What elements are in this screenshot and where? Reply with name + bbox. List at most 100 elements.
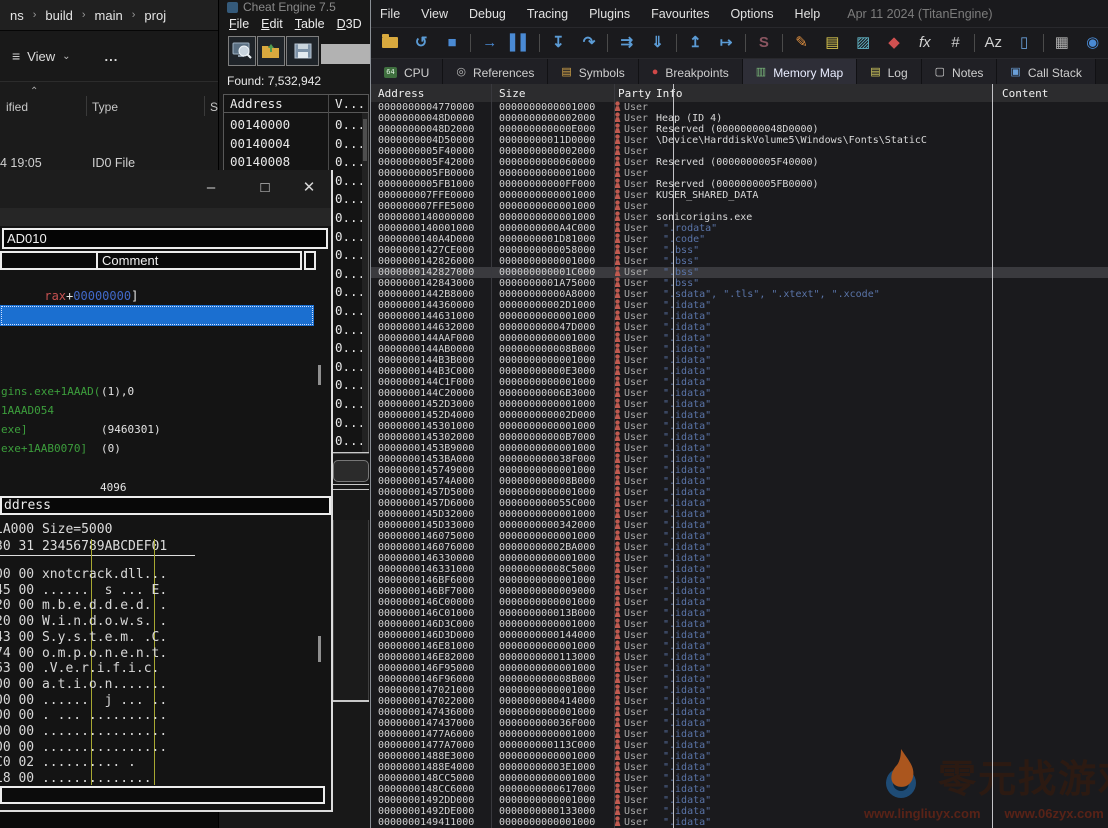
menu-help[interactable]: Help bbox=[795, 7, 821, 21]
table-row[interactable]: 00000001453B90000000000000001000User".id… bbox=[371, 443, 1108, 454]
menu-file[interactable]: File bbox=[229, 17, 249, 31]
hex-row[interactable]: 74 00 o.m.p.o.n.e.n.t. bbox=[0, 646, 167, 661]
menu-file[interactable]: File bbox=[380, 7, 400, 21]
save-table-icon[interactable] bbox=[286, 36, 319, 66]
hex-row[interactable]: 43 00 S.y.s.t.e.m. .C. bbox=[0, 630, 167, 645]
scrollbar-thumb[interactable] bbox=[318, 365, 321, 385]
tab-memory-map[interactable]: ▥Memory Map bbox=[743, 59, 857, 86]
table-row[interactable]: 0000000146F950000000000000001000User".id… bbox=[371, 663, 1108, 674]
tab-log[interactable]: ▤Log bbox=[857, 59, 921, 86]
table-row[interactable]: 00000001428430000000000001A75000User".bs… bbox=[371, 278, 1108, 289]
pause-icon[interactable]: ▌▌ bbox=[505, 30, 536, 56]
functions-icon[interactable]: fx bbox=[909, 30, 940, 56]
table-row[interactable]: 0000000146D3C0000000000000001000User".id… bbox=[371, 619, 1108, 630]
table-row[interactable]: 0000000144AAF0000000000000001000User".id… bbox=[371, 333, 1108, 344]
table-row[interactable]: 00000001457D50000000000000001000User".id… bbox=[371, 487, 1108, 498]
run-to-user-code-icon[interactable]: ⇉ bbox=[611, 30, 642, 56]
more-options-button[interactable]: ... bbox=[105, 49, 119, 64]
table-row[interactable]: 0000000004D5000000000000011D0000User\Dev… bbox=[371, 135, 1108, 146]
column-modified[interactable]: ified bbox=[6, 100, 28, 114]
table-row[interactable]: 00000001477A60000000000000001000User".id… bbox=[371, 729, 1108, 740]
hex-row[interactable]: 00 00 a.t.i.o.n....... bbox=[0, 677, 167, 692]
hex-row[interactable]: 00 00 xnotcrack.dll... bbox=[0, 567, 167, 582]
scrollbar[interactable] bbox=[362, 113, 368, 453]
table-row[interactable]: 00000001452D4000000000000002D000User".id… bbox=[371, 410, 1108, 421]
view-button[interactable]: ≡ View ⌄ bbox=[12, 48, 71, 64]
table-row[interactable]: 0000000146F96000000000000008B000User".id… bbox=[371, 674, 1108, 685]
breadcrumb-item-proj[interactable]: proj bbox=[144, 8, 166, 23]
table-row[interactable]: 00000001470220000000000000414000User".id… bbox=[371, 696, 1108, 707]
scrollbar-thumb[interactable] bbox=[363, 119, 367, 161]
small-button[interactable] bbox=[333, 460, 369, 482]
tab-notes[interactable]: ▢Notes bbox=[922, 59, 998, 86]
table-row[interactable]: 00000001427CE0000000000000058000User".bs… bbox=[371, 245, 1108, 256]
run-to-return-icon[interactable]: ↥ bbox=[680, 30, 711, 56]
column-info[interactable]: Info bbox=[656, 87, 683, 100]
breadcrumb-item-build[interactable]: build bbox=[45, 8, 72, 23]
scrollbar-thumb[interactable] bbox=[318, 636, 321, 662]
table-row[interactable]: 0000000147437000000000000036F000User".id… bbox=[371, 718, 1108, 729]
calculator-icon[interactable]: ▦ bbox=[1046, 30, 1077, 56]
menu-favourites[interactable]: Favourites bbox=[651, 7, 709, 21]
table-row[interactable]: 0000000146BF70000000000000009000User".id… bbox=[371, 586, 1108, 597]
stop-icon[interactable]: ■ bbox=[437, 30, 468, 56]
table-row[interactable]: 0000000144B3C00000000000000E3000User".id… bbox=[371, 366, 1108, 377]
hex-address-header[interactable]: ddress bbox=[0, 496, 331, 515]
column-value[interactable]: V... bbox=[335, 96, 365, 111]
table-row[interactable]: 000000014633100000000000008C5000User".id… bbox=[371, 564, 1108, 575]
table-row[interactable]: 0000000145D330000000000000342000User".id… bbox=[371, 520, 1108, 531]
table-row[interactable]: 00000000047700000000000000001000User bbox=[371, 102, 1108, 113]
maximize-button[interactable]: □ bbox=[250, 176, 280, 200]
selected-row-highlight[interactable] bbox=[0, 305, 314, 326]
table-row[interactable]: 0000000005F420000000000000060000UserRese… bbox=[371, 157, 1108, 168]
hex-row[interactable]: 45 00 ...... s ... E. bbox=[0, 583, 167, 598]
run-icon[interactable]: → bbox=[474, 30, 505, 56]
hex-row[interactable]: 00 00 ...... j ... .. bbox=[0, 693, 167, 708]
table-row[interactable]: 0000000146D3D0000000000000144000User".id… bbox=[371, 630, 1108, 641]
table-row[interactable]: 00000001446310000000000000001000User".id… bbox=[371, 311, 1108, 322]
table-row[interactable]: 000000007FFE50000000000000001000User bbox=[371, 201, 1108, 212]
menu-edit[interactable]: Edit bbox=[261, 17, 283, 31]
table-row[interactable]: 0000000146BF60000000000000001000User".id… bbox=[371, 575, 1108, 586]
table-row[interactable]: 000000014436000000000000002D1000User".id… bbox=[371, 300, 1108, 311]
table-row[interactable]: 0000000144C2000000000000006B3000User".id… bbox=[371, 388, 1108, 399]
column-address[interactable]: Address bbox=[378, 87, 424, 100]
table-row[interactable]: 00000001400000000000000000001000Usersoni… bbox=[371, 212, 1108, 223]
breadcrumb-item-main[interactable]: main bbox=[95, 8, 123, 23]
menu-debug[interactable]: Debug bbox=[469, 7, 506, 21]
tab-breakpoints[interactable]: ●Breakpoints bbox=[639, 59, 743, 86]
hex-row[interactable]: C0 02 .......... . bbox=[0, 755, 136, 770]
table-row[interactable]: 00000001457490000000000000001000User".id… bbox=[371, 465, 1108, 476]
table-row[interactable]: 0000000146E820000000000000113000User".id… bbox=[371, 652, 1108, 663]
memory-scan-icon[interactable] bbox=[228, 36, 256, 66]
step-into-icon[interactable]: ↧ bbox=[543, 30, 574, 56]
table-row[interactable]: 00000001463300000000000000001000User".id… bbox=[371, 553, 1108, 564]
menu-options[interactable]: Options bbox=[730, 7, 773, 21]
table-row[interactable]: 000000014530200000000000000B7000User".id… bbox=[371, 432, 1108, 443]
table-row[interactable]: 0000000146C000000000000000001000User".id… bbox=[371, 597, 1108, 608]
table-row[interactable]: 0000000144AB0000000000000008B000User".id… bbox=[371, 344, 1108, 355]
table-row[interactable]: 0000000005FB00000000000000001000User bbox=[371, 168, 1108, 179]
table-row[interactable]: 0000000146E810000000000000001000User".id… bbox=[371, 641, 1108, 652]
table-row[interactable]: 0000000005F400000000000000002000User bbox=[371, 146, 1108, 157]
execute-till-return-icon[interactable]: ↦ bbox=[711, 30, 742, 56]
menu-tracing[interactable]: Tracing bbox=[527, 7, 568, 21]
table-row[interactable]: 00000001452D30000000000000001000User".id… bbox=[371, 399, 1108, 410]
tab-symbols[interactable]: ▤Symbols bbox=[548, 59, 638, 86]
bookmarks-icon[interactable]: ◆ bbox=[879, 30, 910, 56]
menu-d3d[interactable]: D3D bbox=[337, 17, 362, 31]
menu-plugins[interactable]: Plugins bbox=[589, 7, 630, 21]
table-row[interactable]: 00000001400010000000000000A4C000User".ro… bbox=[371, 223, 1108, 234]
close-button[interactable]: ✕ bbox=[294, 176, 324, 200]
table-row[interactable]: 00000001460750000000000000001000User".id… bbox=[371, 531, 1108, 542]
menu-table[interactable]: Table bbox=[295, 17, 325, 31]
table-row[interactable]: 00000001442B800000000000000A8000User".sd… bbox=[371, 289, 1108, 300]
hex-row[interactable]: 20 00 W.i.n.d.o.w.s. . bbox=[0, 614, 167, 629]
hex-row[interactable]: 20 00 m.b.e.d.d.e.d. . bbox=[0, 598, 167, 613]
handles-icon[interactable]: ▯ bbox=[1009, 30, 1040, 56]
column-party[interactable]: Party bbox=[618, 87, 651, 100]
table-row[interactable]: 00000001470210000000000000001000User".id… bbox=[371, 685, 1108, 696]
strings-icon[interactable]: Az bbox=[978, 30, 1009, 56]
restart-icon[interactable]: ↺ bbox=[406, 30, 437, 56]
hex-row[interactable]: 00 00 ................ bbox=[0, 724, 167, 739]
